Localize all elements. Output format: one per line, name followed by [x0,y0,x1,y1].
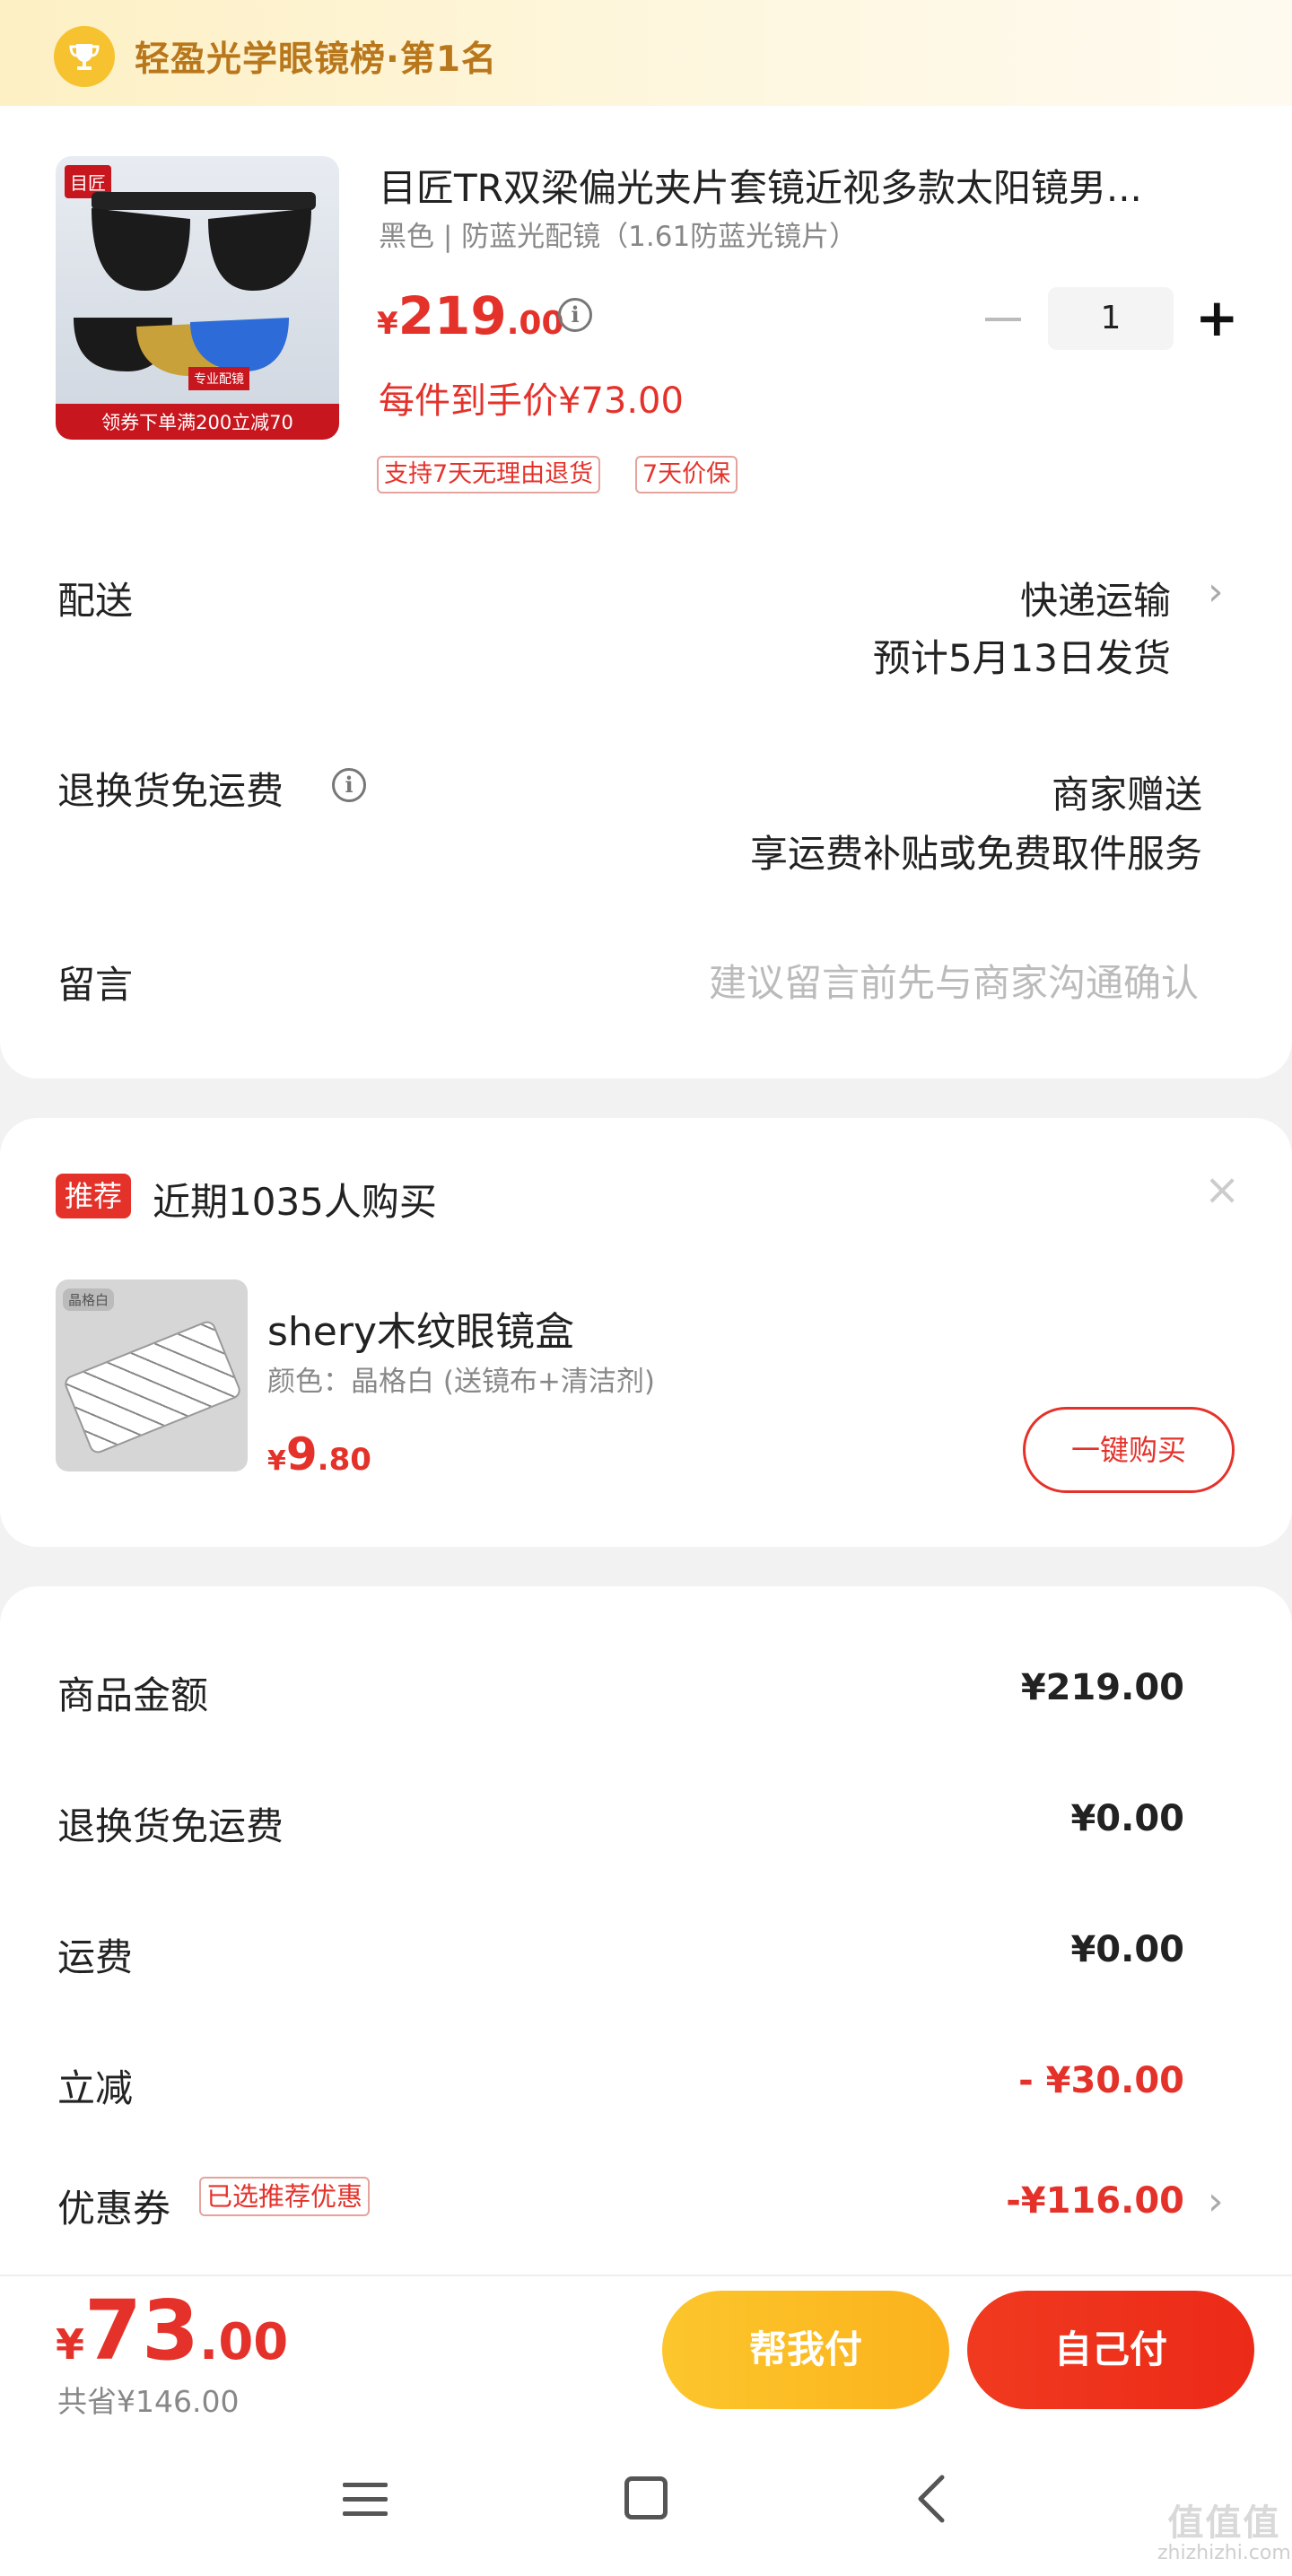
summary-goods-label: 商品金额 [57,1673,209,1717]
product-title[interactable]: 目匠TR双梁偏光夹片套镜近视多款太阳镜男... [379,158,1222,213]
recommend-badge: 推荐 [56,1174,132,1218]
per-item-price: 每件到手价¥73.00 [379,380,684,422]
summary-discount-label: 立减 [57,2066,134,2110]
price-info-icon[interactable]: i [558,298,592,332]
rank-banner[interactable]: 轻盈光学眼镜榜·第1名 [0,0,1292,112]
close-icon[interactable]: × [1204,1165,1240,1215]
total-price: ¥73.00 [56,2283,289,2379]
summary-return-label: 退换货免运费 [57,1804,284,1848]
return-shipping-info-icon[interactable]: i [332,768,366,802]
recommend-item-image[interactable]: 晶格白 [56,1279,248,1471]
glasses-illustration [74,192,316,376]
recommend-item-name[interactable]: shery木纹眼镜盒 [267,1299,574,1357]
one-click-buy-button[interactable]: 一键购买 [1023,1407,1235,1493]
recommend-thumb-label: 晶格白 [63,1288,115,1311]
recommend-title: 近期1035人购买 [153,1180,437,1224]
total-saved: 共省¥146.00 [57,2384,240,2419]
summary-return-value: ¥0.00 [1070,1798,1184,1839]
order-card: 目匠 专业配镜 领券下单满200立减70 目匠TR双梁偏光夹片套镜近视多款太阳镜… [0,106,1292,1078]
recommend-item-price: ¥9.80 [267,1428,371,1480]
delivery-label: 配送 [57,579,134,623]
home-icon[interactable] [624,2476,668,2519]
product-image[interactable]: 目匠 专业配镜 领券下单满200立减70 [56,156,339,440]
chevron-right-icon[interactable]: › [1208,569,1224,615]
watermark: 值值值 zhizhizhi.com [1157,2502,1291,2564]
return-shipping-value: 商家赠送 [1051,773,1202,816]
price-protect-tag: 7天价保 [635,456,738,493]
summary-shipping-label: 运费 [57,1935,134,1979]
quantity-decrease-button[interactable] [985,318,1021,321]
help-pay-button[interactable]: 帮我付 [662,2291,949,2409]
return-policy-tag: 支持7天无理由退货 [377,456,601,493]
quantity-increase-button[interactable]: + [1195,285,1239,350]
delivery-method[interactable]: 快递运输 [1020,571,1171,625]
recommendation-card: 推荐 近期1035人购买 × 晶格白 shery木纹眼镜盒 颜色：晶格白 (送镜… [0,1118,1292,1547]
product-price: ¥219.00 [377,285,564,346]
chevron-right-icon[interactable]: › [1208,2179,1224,2224]
menu-icon[interactable] [343,2481,388,2517]
recommend-item-spec: 颜色：晶格白 (送镜布+清洁剂) [267,1366,656,1398]
product-spec[interactable]: 黑色 | 防蓝光配镜（1.61防蓝光镜片） [379,214,857,254]
product-tag: 专业配镜 [188,367,249,390]
message-label: 留言 [57,963,134,1007]
return-shipping-desc: 享运费补贴或免费取件服务 [749,832,1202,876]
summary-coupon-label: 优惠券 [57,2187,171,2231]
summary-shipping-value: ¥0.00 [1070,1929,1184,1970]
glasses-case-illustration [62,1318,243,1456]
rank-text: 轻盈光学眼镜榜·第1名 [135,39,497,80]
summary-coupon-value[interactable]: -¥116.00 [1006,2180,1184,2222]
summary-discount-value: - ¥30.00 [1018,2060,1184,2101]
summary-goods-value: ¥219.00 [1020,1667,1184,1708]
delivery-eta: 预计5月13日发货 [872,636,1171,680]
back-icon[interactable] [913,2472,949,2526]
coupon-selected-tag: 已选推荐优惠 [199,2177,371,2216]
self-pay-button[interactable]: 自己付 [967,2291,1254,2409]
quantity-input[interactable]: 1 [1048,287,1174,350]
message-input[interactable]: 建议留言前先与商家沟通确认 [709,953,1199,1008]
return-shipping-label: 退换货免运费 [57,769,284,813]
product-coupon-banner: 领券下单满200立减70 [56,404,339,440]
trophy-icon [54,25,115,87]
